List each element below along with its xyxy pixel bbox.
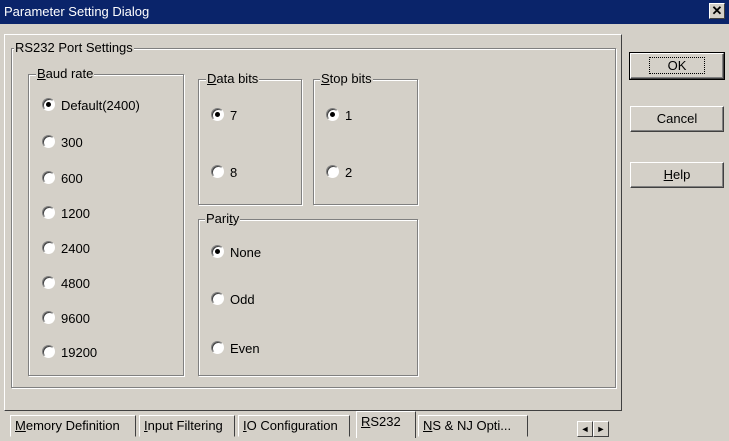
data-bits-option-8[interactable]: 8 — [211, 165, 237, 180]
tab-rs232[interactable]: RS232 — [356, 411, 416, 438]
tab-scroll-left-icon[interactable]: ◄ — [577, 421, 593, 437]
data-bits-group — [198, 79, 302, 205]
tab-io-configuration[interactable]: IO Configuration — [238, 415, 350, 437]
stop-bits-option-2[interactable]: 2 — [326, 165, 352, 180]
radio-icon — [211, 292, 224, 305]
radio-icon — [42, 135, 55, 148]
rs232-group-label: RS232 Port Settings — [14, 40, 134, 55]
radio-icon — [211, 165, 224, 178]
help-button[interactable]: Help — [630, 162, 724, 188]
parity-option-even[interactable]: Even — [211, 341, 260, 356]
baud-option-default[interactable]: Default(2400) — [42, 98, 140, 113]
parity-label: Parity — [205, 211, 241, 226]
radio-icon — [211, 245, 224, 258]
radio-icon — [42, 98, 55, 111]
radio-icon — [42, 241, 55, 254]
cancel-button[interactable]: Cancel — [630, 106, 724, 132]
tab-input-filtering[interactable]: Input Filtering — [139, 415, 235, 437]
stop-bits-group — [313, 79, 418, 205]
radio-icon — [42, 206, 55, 219]
baud-rate-label: Baud rate — [36, 66, 95, 81]
data-bits-option-7[interactable]: 7 — [211, 108, 237, 123]
tab-memory-definition[interactable]: Memory Definition — [10, 415, 136, 437]
radio-icon — [42, 276, 55, 289]
baud-option-2400[interactable]: 2400 — [42, 241, 90, 256]
baud-option-9600[interactable]: 9600 — [42, 311, 90, 326]
baud-rate-group — [28, 74, 184, 376]
radio-icon — [42, 345, 55, 358]
radio-icon — [42, 311, 55, 324]
baud-option-600[interactable]: 600 — [42, 171, 83, 186]
data-bits-label: Data bits — [206, 71, 260, 86]
parity-option-none[interactable]: None — [211, 245, 261, 260]
baud-option-19200[interactable]: 19200 — [42, 345, 97, 360]
close-button[interactable]: ✕ — [709, 3, 725, 19]
radio-icon — [326, 108, 339, 121]
baud-option-300[interactable]: 300 — [42, 135, 83, 150]
tab-ns-nj-options[interactable]: NS & NJ Opti... — [418, 415, 528, 437]
ok-button[interactable]: OK — [629, 52, 725, 80]
radio-icon — [211, 108, 224, 121]
window-title: Parameter Setting Dialog — [4, 4, 150, 19]
baud-option-4800[interactable]: 4800 — [42, 276, 90, 291]
title-bar: Parameter Setting Dialog ✕ — [0, 0, 729, 24]
radio-icon — [42, 171, 55, 184]
radio-icon — [211, 341, 224, 354]
baud-option-1200[interactable]: 1200 — [42, 206, 90, 221]
tab-scroll-right-icon[interactable]: ► — [593, 421, 609, 437]
parity-option-odd[interactable]: Odd — [211, 292, 255, 307]
stop-bits-label: Stop bits — [320, 71, 373, 86]
radio-icon — [326, 165, 339, 178]
stop-bits-option-1[interactable]: 1 — [326, 108, 352, 123]
